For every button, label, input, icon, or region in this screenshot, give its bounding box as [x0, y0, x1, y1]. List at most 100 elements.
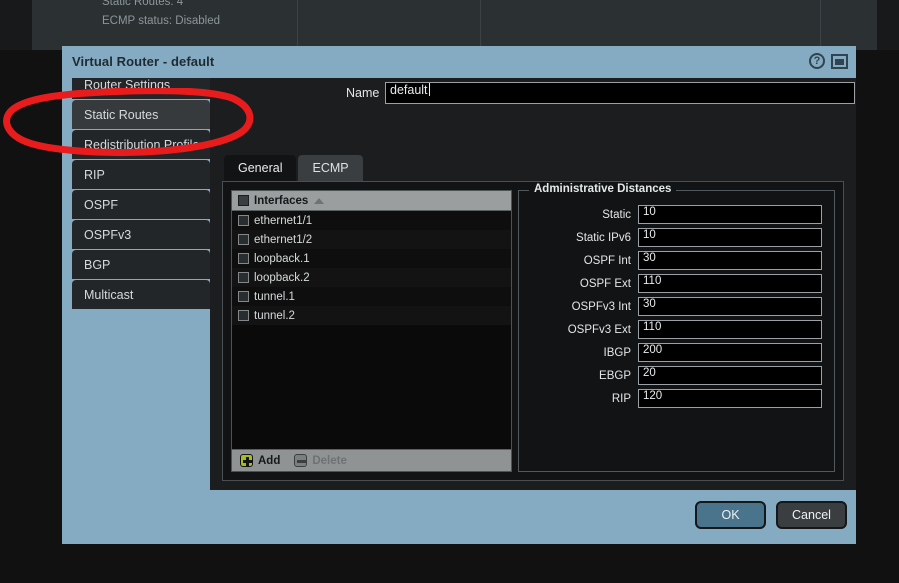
- row-checkbox[interactable]: [237, 253, 249, 264]
- static-distance-input[interactable]: 10: [638, 205, 822, 224]
- name-input-value: default: [390, 83, 428, 97]
- sidebar-item-static-routes[interactable]: Static Routes: [72, 100, 210, 130]
- interfaces-table: Interfaces ethernet1/1 ethernet1/2 loopb…: [231, 190, 512, 472]
- field-row-ospfv3-ext: OSPFv3 Ext 110: [519, 320, 822, 339]
- dialog-titlebar: Virtual Router - default ?: [62, 46, 856, 78]
- interfaces-table-header: Interfaces: [232, 191, 511, 211]
- sidebar-item-label: Redistribution Profile: [84, 137, 200, 152]
- ospf-int-distance-input[interactable]: 30: [638, 251, 822, 270]
- administrative-distances-legend: Administrative Distances: [529, 183, 677, 195]
- field-label: OSPF Int: [583, 254, 631, 267]
- dialog-body: Router Settings Static Routes Redistribu…: [62, 78, 856, 490]
- table-row[interactable]: tunnel.1: [232, 287, 511, 306]
- rip-distance-input[interactable]: 120: [638, 389, 822, 408]
- field-label: IBGP: [603, 346, 631, 359]
- ospf-ext-distance-input[interactable]: 110: [638, 274, 822, 293]
- field-label: OSPFv3 Int: [571, 300, 631, 313]
- plus-icon: [240, 454, 253, 467]
- sidebar-item-bgp[interactable]: BGP: [72, 250, 210, 280]
- background-right-strip: [877, 0, 899, 50]
- row-checkbox[interactable]: [237, 310, 249, 321]
- delete-button-label: Delete: [312, 454, 347, 467]
- table-row[interactable]: loopback.2: [232, 268, 511, 287]
- name-input[interactable]: default: [385, 82, 855, 104]
- field-row-static: Static 10: [519, 205, 822, 224]
- row-checkbox[interactable]: [237, 234, 249, 245]
- screen: Static Routes: 4 ECMP status: Disabled V…: [0, 0, 899, 583]
- field-row-ibgp: IBGP 200: [519, 343, 822, 362]
- interface-name: tunnel.1: [254, 290, 295, 303]
- virtual-router-dialog: Virtual Router - default ? Router Settin…: [62, 46, 856, 544]
- field-row-rip: RIP 120: [519, 389, 822, 408]
- select-all-checkbox[interactable]: [237, 195, 249, 206]
- field-label: OSPF Ext: [579, 277, 631, 290]
- field-row-ospfv3-int: OSPFv3 Int 30: [519, 297, 822, 316]
- minus-icon: [294, 454, 308, 467]
- delete-button[interactable]: Delete: [294, 454, 347, 467]
- sidebar-item-ospfv3[interactable]: OSPFv3: [72, 220, 210, 250]
- sidebar-item-multicast[interactable]: Multicast: [72, 280, 210, 310]
- add-button[interactable]: Add: [240, 454, 280, 467]
- sidebar-item-label: OSPFv3: [84, 227, 132, 242]
- static-ipv6-distance-input[interactable]: 10: [638, 228, 822, 247]
- interfaces-column-header[interactable]: Interfaces: [254, 195, 308, 207]
- text-caret: [428, 83, 430, 96]
- table-row[interactable]: loopback.1: [232, 249, 511, 268]
- tab-general[interactable]: General: [224, 155, 297, 181]
- field-label: Static IPv6: [576, 231, 631, 244]
- sidebar-item-redistribution-profile[interactable]: Redistribution Profile: [72, 130, 210, 160]
- sidebar-item-label: Multicast: [84, 287, 134, 302]
- sidebar-item-label: BGP: [84, 257, 111, 272]
- field-row-ospf-ext: OSPF Ext 110: [519, 274, 822, 293]
- help-icon[interactable]: ?: [809, 53, 825, 69]
- interface-name: loopback.2: [254, 271, 310, 284]
- general-tab-panel: Interfaces ethernet1/1 ethernet1/2 loopb…: [222, 181, 844, 481]
- table-row[interactable]: ethernet1/2: [232, 230, 511, 249]
- row-checkbox[interactable]: [237, 272, 249, 283]
- background-line-ecmp-status: ECMP status: Disabled: [102, 15, 221, 27]
- field-label: Static: [602, 208, 631, 221]
- sidebar-item-label: OSPF: [84, 197, 119, 212]
- interfaces-table-footer: Add Delete: [232, 449, 511, 471]
- sidebar-item-rip[interactable]: RIP: [72, 160, 210, 190]
- interfaces-row-list: ethernet1/1 ethernet1/2 loopback.1 loopb…: [232, 211, 511, 449]
- maximize-icon[interactable]: [831, 53, 848, 69]
- ibgp-distance-input[interactable]: 200: [638, 343, 822, 362]
- dialog-sidebar: Router Settings Static Routes Redistribu…: [62, 78, 210, 490]
- field-row-ospf-int: OSPF Int 30: [519, 251, 822, 270]
- sidebar-item-label: RIP: [84, 167, 105, 182]
- field-row-static-ipv6: Static IPv6 10: [519, 228, 822, 247]
- table-row[interactable]: ethernet1/1: [232, 211, 511, 230]
- administrative-distances-group: Administrative Distances Static 10 Stati…: [518, 183, 835, 472]
- titlebar-icon-group: ?: [809, 53, 848, 69]
- select-all-checkbox-cell[interactable]: [232, 195, 254, 206]
- field-label: OSPFv3 Ext: [567, 323, 631, 336]
- add-button-label: Add: [258, 454, 281, 467]
- background-line-static-routes: Static Routes: 4: [102, 0, 184, 8]
- dialog-content: Name default General ECMP Interfaces eth…: [210, 78, 856, 490]
- tab-bar: General ECMP: [224, 155, 365, 181]
- sidebar-item-ospf[interactable]: OSPF: [72, 190, 210, 220]
- sidebar-item-router-settings[interactable]: Router Settings: [72, 78, 210, 100]
- sort-ascending-icon[interactable]: [314, 197, 325, 204]
- interface-name: loopback.1: [254, 252, 310, 265]
- ospfv3-int-distance-input[interactable]: 30: [638, 297, 822, 316]
- cancel-button[interactable]: Cancel: [776, 501, 847, 529]
- background-left-strip: [0, 0, 32, 50]
- ebgp-distance-input[interactable]: 20: [638, 366, 822, 385]
- dialog-title: Virtual Router - default: [72, 54, 215, 69]
- interface-name: tunnel.2: [254, 309, 295, 322]
- row-checkbox[interactable]: [237, 215, 249, 226]
- interface-name: ethernet1/2: [254, 233, 313, 246]
- row-checkbox[interactable]: [237, 291, 249, 302]
- field-label: RIP: [611, 392, 631, 405]
- tab-ecmp[interactable]: ECMP: [298, 155, 363, 181]
- table-row[interactable]: tunnel.2: [232, 306, 511, 325]
- field-label: EBGP: [599, 369, 631, 382]
- sidebar-item-label: Router Settings: [84, 78, 171, 92]
- name-label: Name: [346, 86, 380, 100]
- ok-button[interactable]: OK: [695, 501, 766, 529]
- background-summary-panel: Static Routes: 4 ECMP status: Disabled: [32, 0, 877, 50]
- ospfv3-ext-distance-input[interactable]: 110: [638, 320, 822, 339]
- name-row: Name default: [210, 80, 856, 110]
